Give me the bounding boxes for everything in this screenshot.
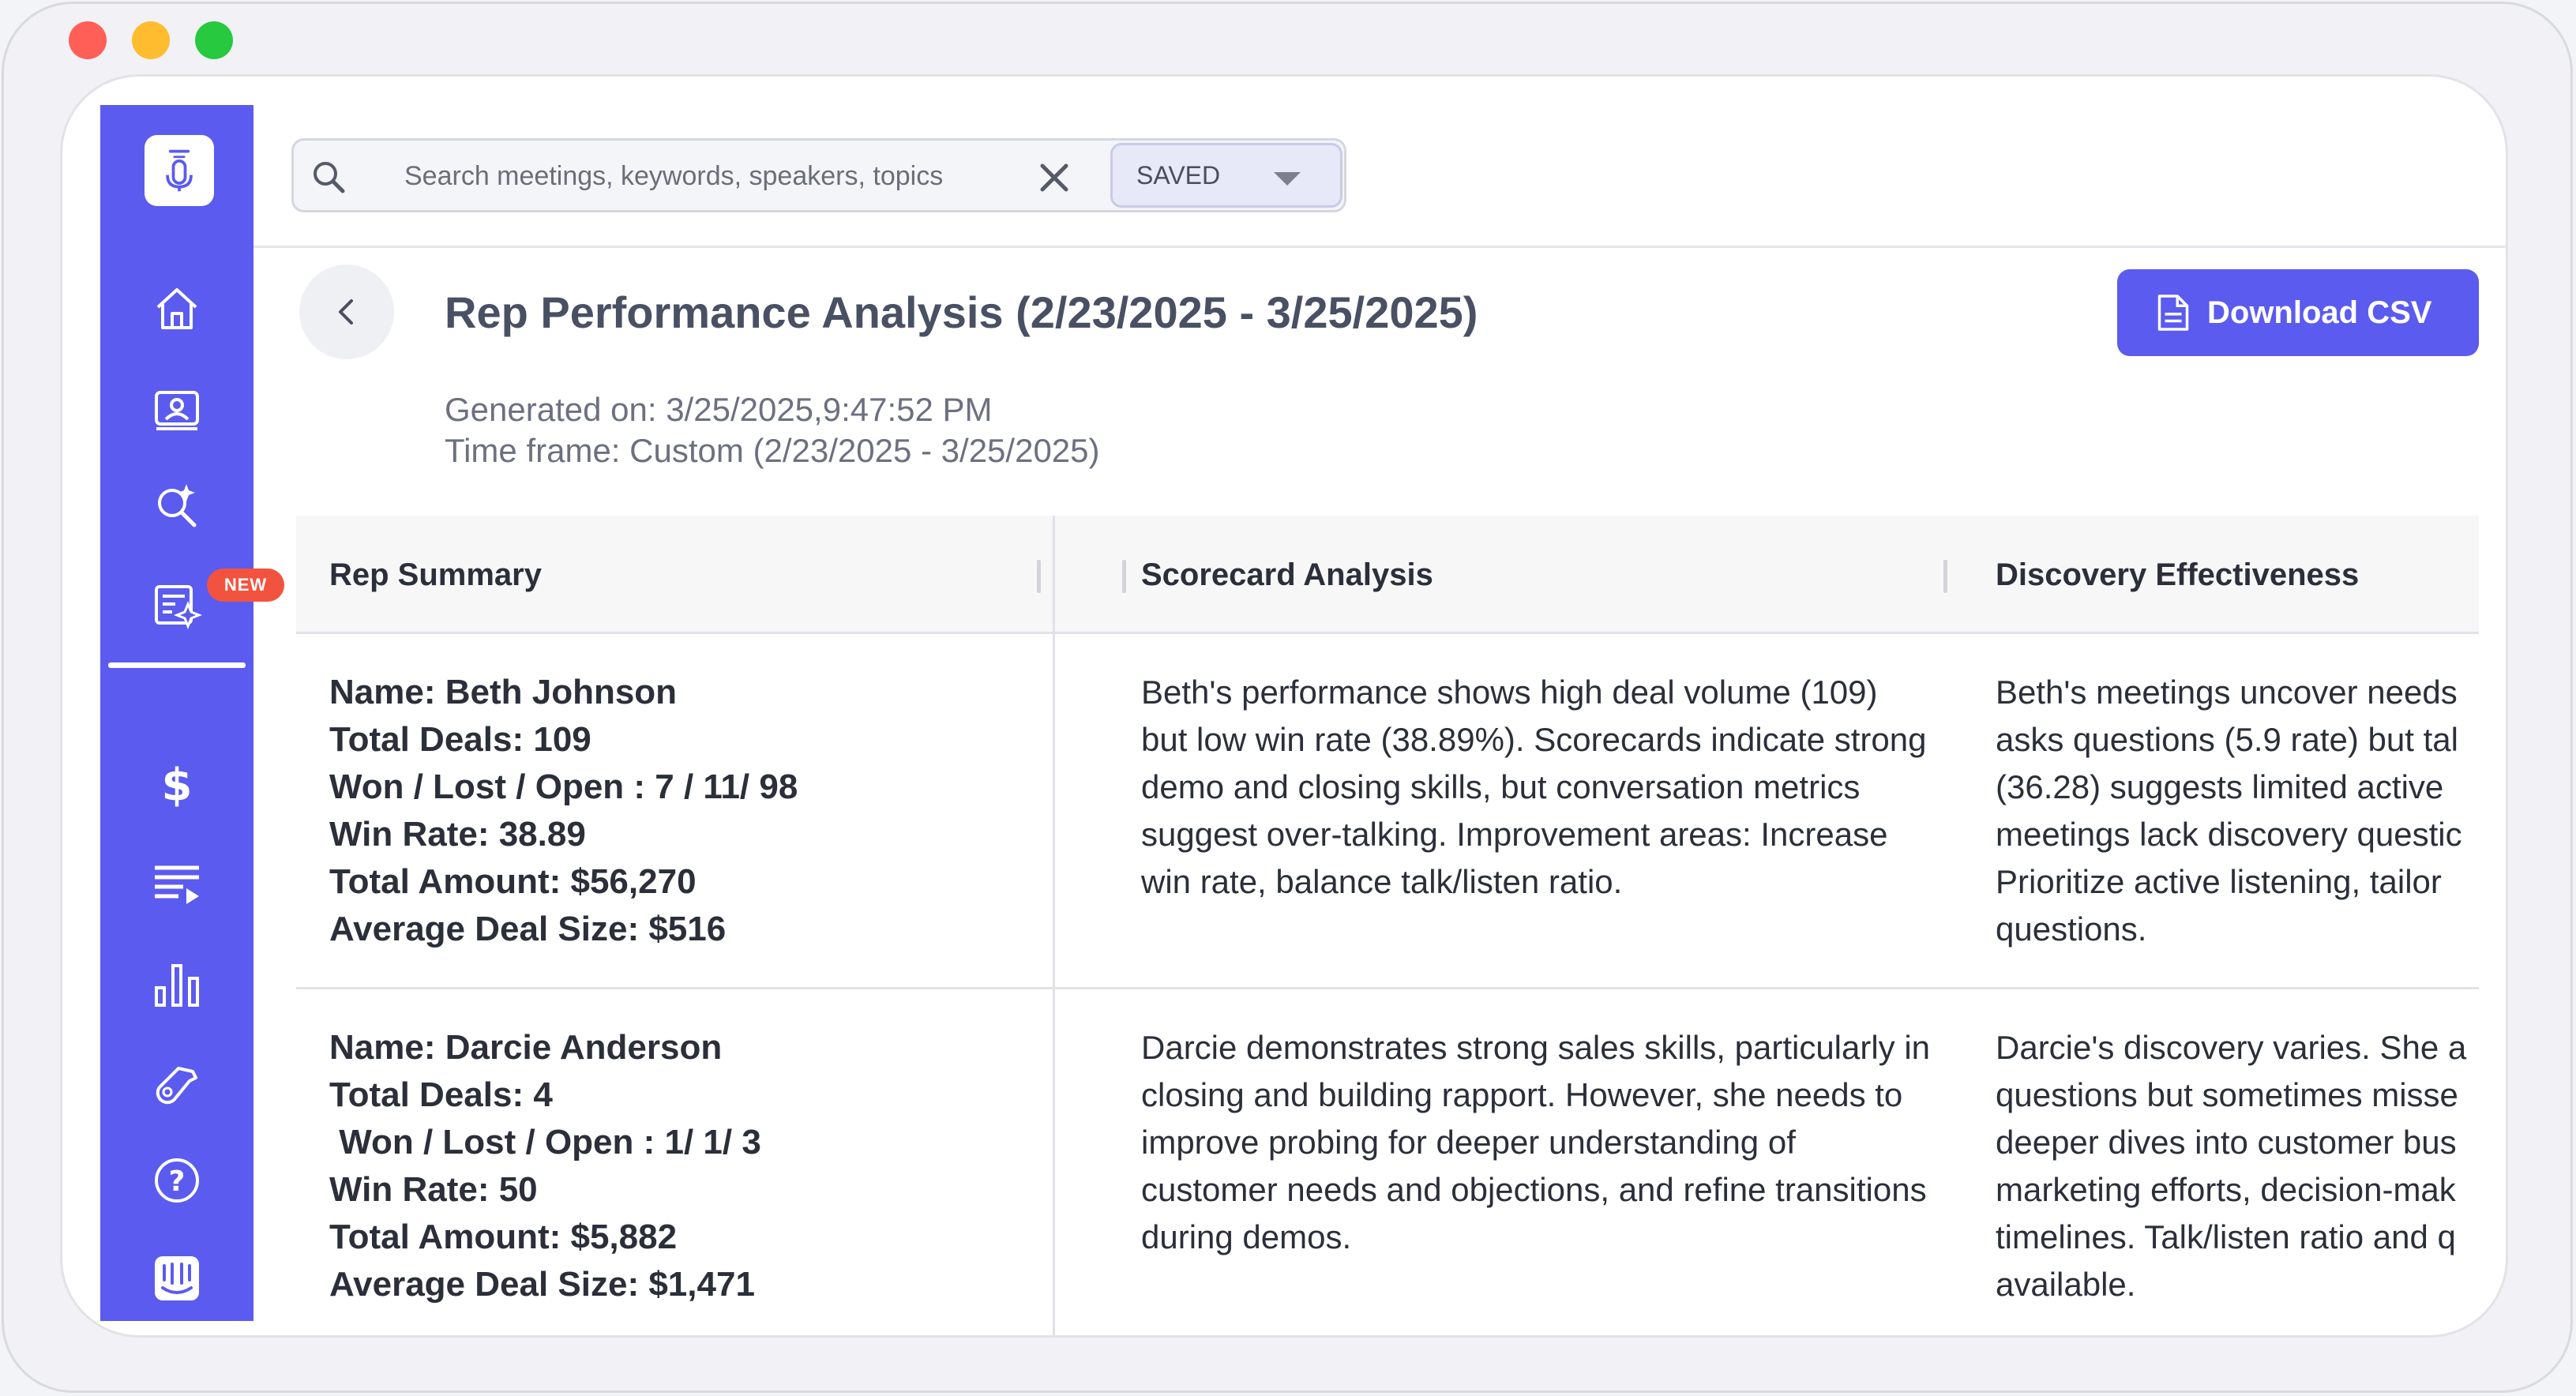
download-csv-label: Download CSV [2207,295,2432,330]
topbar-divider [253,246,2506,248]
search-icon[interactable] [310,158,347,196]
report-meta: Generated on: 3/25/2025,9:47:52 PM Time … [445,389,1100,471]
sidebar-item-deals[interactable]: $ [100,746,253,822]
scorecard-analysis-cell: Darcie demonstrates strong sales skills,… [1141,1029,1931,1255]
discovery-line: meetings lack discovery questic [1996,816,2462,853]
discovery-line: questions. [1996,910,2147,948]
document-icon [2157,295,2189,331]
column-resize-handle[interactable] [1037,560,1041,593]
table-header: Rep Summary Scorecard Analysis Discovery… [296,516,2479,634]
home-icon [156,288,197,329]
saved-dropdown[interactable]: SAVED [1110,143,1342,208]
discovery-effectiveness-cell: Darcie's discovery varies. She a questio… [1996,1024,2479,1308]
discovery-line: Beth's meetings uncover needs [1996,674,2458,711]
discovery-line: Prioritize active listening, tailor [1996,863,2442,900]
minimize-window-button[interactable] [132,21,170,59]
intercom-icon [155,1256,199,1300]
download-csv-button[interactable]: Download CSV [2117,269,2479,356]
column-resize-handle[interactable] [1943,560,1947,593]
discovery-line: Darcie's discovery varies. She a [1996,1029,2467,1066]
contact-card-icon [155,391,199,430]
chevron-left-icon [339,299,353,325]
rep-performance-table: Rep Summary Scorecard Analysis Discovery… [296,516,2479,1335]
sidebar-item-ai-search[interactable] [100,467,253,542]
playlist-icon [155,865,199,904]
microphone-logo-icon [166,149,193,192]
new-badge: NEW [207,569,284,602]
rep-summary-cell: Name: Darcie Anderson Total Deals: 4 Won… [329,1028,761,1304]
help-icon: ? [155,1158,199,1203]
svg-text:?: ? [169,1165,186,1198]
sidebar-item-contacts[interactable] [100,370,253,446]
search-bar: SAVED [291,138,1346,212]
column-resize-handle[interactable] [1122,560,1126,593]
sidebar-item-analytics[interactable] [100,947,253,1023]
active-indicator [108,662,246,668]
app-screen: $ ? SAVED Rep Performance Analysis (2/23 [60,74,2508,1338]
scorecard-analysis-cell: Beth's performance shows high deal volum… [1141,674,1927,900]
maximize-window-button[interactable] [195,21,233,59]
discovery-effectiveness-cell: Beth's meetings uncover needs asks quest… [1996,669,2479,953]
sidebar-item-coaching[interactable] [100,1045,253,1120]
column-header-discovery-effectiveness[interactable]: Discovery Effectiveness [1996,516,2359,634]
page-title: Rep Performance Analysis (2/23/2025 - 3/… [445,287,1478,337]
generated-on-text: Generated on: 3/25/2025,9:47:52 PM [445,391,993,428]
discovery-line: available. [1996,1266,2136,1303]
clear-search-icon[interactable] [1036,159,1072,196]
column-header-scorecard-analysis[interactable]: Scorecard Analysis [1141,516,1433,634]
discovery-line: marketing efforts, decision-mak [1996,1171,2456,1208]
sidebar-item-playlists[interactable] [100,846,253,921]
discovery-line: asks questions (5.9 rate) but tal [1996,721,2458,758]
sidebar-item-chat[interactable] [100,1240,253,1316]
svg-text:$: $ [162,760,193,809]
app-logo[interactable] [145,135,214,206]
discovery-line: questions but sometimes misse [1996,1076,2458,1113]
sidebar: $ ? [100,105,253,1321]
ai-search-icon [158,484,197,527]
dollar-icon: $ [162,760,193,809]
rep-summary-cell: Name: Beth Johnson Total Deals: 109 Won … [329,673,798,948]
search-input[interactable] [404,155,1012,197]
whistle-icon [156,1067,197,1105]
table-row: Name: Darcie Anderson Total Deals: 4 Won… [296,989,2479,1335]
close-window-button[interactable] [69,21,107,59]
discovery-line: timelines. Talk/listen ratio and q [1996,1218,2456,1255]
back-button[interactable] [299,265,394,359]
saved-dropdown-label: SAVED [1136,160,1221,190]
sidebar-item-help[interactable]: ? [100,1143,253,1218]
time-frame-text: Time frame: Custom (2/23/2025 - 3/25/202… [445,432,1100,469]
reports-icon [155,585,202,630]
column-header-rep-summary[interactable]: Rep Summary [329,516,542,634]
discovery-line: deeper dives into customer bus [1996,1124,2457,1161]
table-row: Name: Beth Johnson Total Deals: 109 Won … [296,634,2479,989]
chevron-down-icon [1274,172,1301,186]
discovery-line: (36.28) suggests limited active [1996,768,2444,805]
bar-chart-icon [155,964,199,1007]
sidebar-item-home[interactable] [100,271,253,347]
